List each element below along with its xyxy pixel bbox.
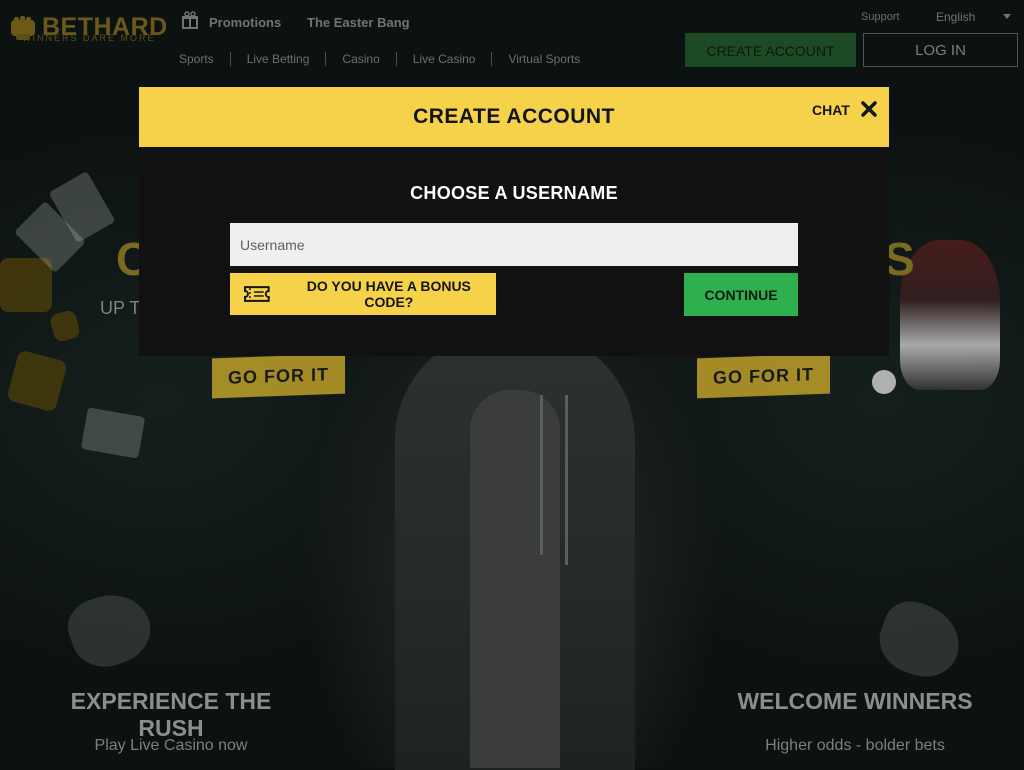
go-for-it-casino-button[interactable]: GO FOR IT [212,353,345,399]
bonus-code-label: DO YOU HAVE A BONUS CODE? [306,278,471,310]
go-for-it-sports-button[interactable]: GO FOR IT [697,353,830,399]
language-selector[interactable]: English [936,10,975,24]
close-icon[interactable] [860,100,878,118]
hoodie-string [540,395,543,555]
hoodie-shirt [470,390,560,768]
header-create-account-button[interactable]: CREATE ACCOUNT [685,33,856,67]
support-link[interactable]: Support [861,11,900,23]
football-player [900,240,1000,390]
create-account-modal: CREATE ACCOUNT CHAT CHOOSE A USERNAME DO… [139,87,889,356]
hero-title-right: WELCOME WINNERS [737,688,973,714]
modal-title: CREATE ACCOUNT [413,105,615,128]
football-ball [872,370,896,394]
nav-casino[interactable]: Casino [325,52,395,66]
header-login-button[interactable]: LOG IN [863,33,1018,67]
choose-username-heading: CHOOSE A USERNAME [410,183,618,203]
username-input[interactable] [230,223,798,266]
nav-easter-bang[interactable]: The Easter Bang [307,15,410,30]
continue-button[interactable]: CONTINUE [684,273,798,316]
hero-sub-left[interactable]: Play Live Casino now [40,737,302,755]
chat-link[interactable]: CHAT [812,102,850,118]
ticket-icon [244,286,270,302]
chevron-down-icon[interactable] [1003,14,1011,19]
nav-live-betting[interactable]: Live Betting [229,52,326,66]
dice-decoration [0,258,52,312]
modal-header: CREATE ACCOUNT CHAT [139,87,889,147]
hero-title-left: EXPERIENCE THE RUSH [70,688,272,741]
nav-promotions[interactable]: Promotions [209,15,281,30]
bonus-code-button[interactable]: DO YOU HAVE A BONUS CODE? [230,273,496,315]
sub-navigation: Sports Live Betting Casino Live Casino V… [179,52,596,66]
nav-virtual-sports[interactable]: Virtual Sports [491,52,596,66]
hoodie-string [565,395,568,565]
nav-sports[interactable]: Sports [179,52,230,66]
gift-icon [182,11,198,29]
hero-sub-right[interactable]: Higher odds - bolder bets [724,737,986,755]
nav-live-casino[interactable]: Live Casino [395,52,492,66]
brand-tagline: WINNERS DARE MORE [22,33,156,43]
